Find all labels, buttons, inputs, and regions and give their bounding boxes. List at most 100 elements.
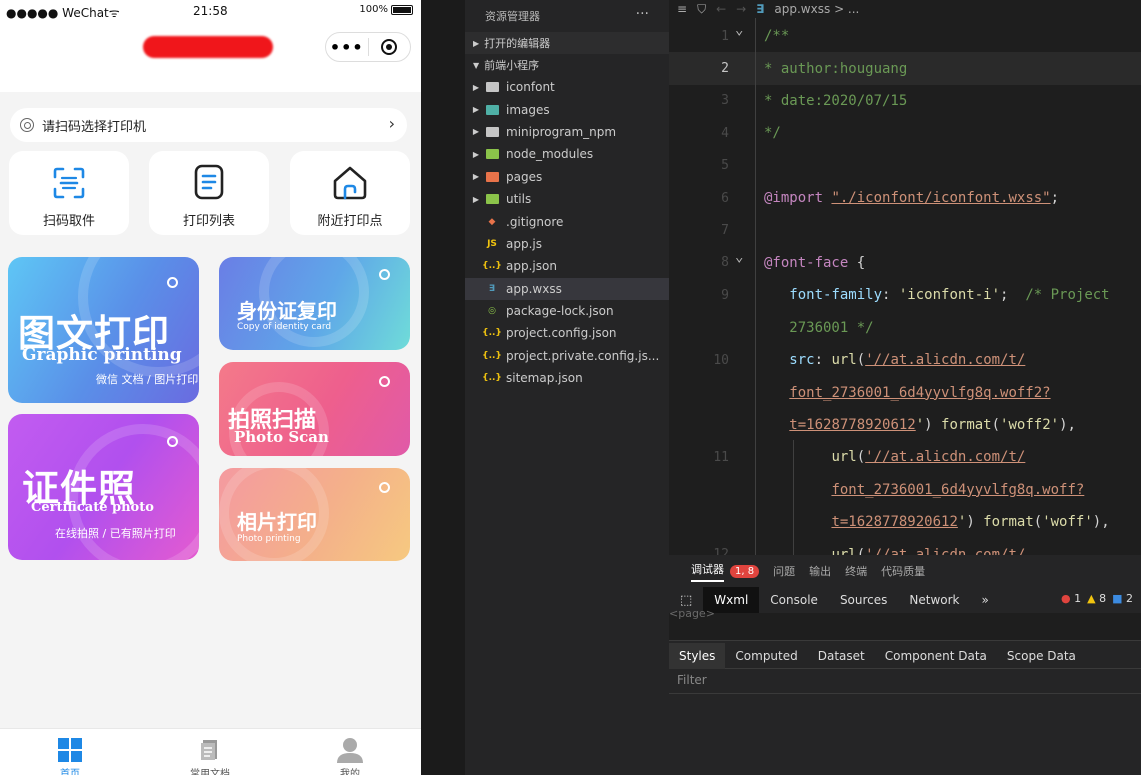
warning-icon: ▲ bbox=[1087, 592, 1096, 605]
code-line[interactable]: font_2736001_6d4yyvlfg8q.woff2? bbox=[669, 376, 1141, 408]
tree-file[interactable]: {..} sitemap.json bbox=[465, 367, 669, 389]
file-tree: ▶ iconfont ▶ images ▶ miniprogram_npm ▶ node_mo… bbox=[465, 76, 669, 389]
code-line[interactable]: font_2736001_6d4yyvlfg8q.woff? bbox=[669, 474, 1141, 506]
tree-folder[interactable]: ▶ iconfont bbox=[465, 76, 669, 98]
tab-terminal[interactable]: 终端 bbox=[845, 563, 867, 579]
wxml-tree[interactable]: <page> bbox=[669, 607, 1141, 641]
location-icon bbox=[20, 118, 34, 132]
file-icon: ∃ bbox=[488, 283, 496, 294]
issue-counts[interactable]: ● 1 ▲ 8 ■ 2 bbox=[1061, 592, 1133, 605]
forward-arrow-icon[interactable]: → bbox=[736, 2, 746, 16]
code-line[interactable]: t=1628778920612') format('woff'), bbox=[669, 506, 1141, 538]
fold-chevron-icon[interactable]: ⌄ bbox=[735, 22, 743, 38]
tab-sources[interactable]: Sources bbox=[829, 593, 898, 607]
code-line[interactable]: 9 font-family: 'iconfont-i'; /* Project bbox=[669, 279, 1141, 311]
code-token: : bbox=[882, 287, 899, 304]
line-number: 6 bbox=[721, 190, 729, 206]
tab-computed[interactable]: Computed bbox=[725, 649, 807, 663]
explorer-title: 资源管理器 ··· bbox=[485, 6, 649, 23]
tab-console[interactable]: Console bbox=[759, 593, 829, 607]
back-arrow-icon[interactable]: ← bbox=[716, 2, 726, 16]
fold-chevron-icon[interactable]: ⌄ bbox=[735, 249, 743, 265]
card-certificate-photo[interactable]: 证件照 Certificate photo 在线拍照 / 已有照片打印 bbox=[8, 414, 199, 560]
tree-item-label: project.config.json bbox=[506, 326, 617, 341]
tab-profile[interactable]: 我的 bbox=[280, 735, 420, 775]
tree-folder[interactable]: ▶ miniprogram_npm bbox=[465, 121, 669, 143]
inspect-element-icon[interactable]: ⬚ bbox=[669, 593, 703, 608]
card-id-copy[interactable]: 身份证复印 Copy of identity card bbox=[219, 257, 410, 350]
tab-output[interactable]: 输出 bbox=[809, 563, 831, 579]
code-token: src bbox=[789, 352, 815, 369]
card-graphic-printing[interactable]: 图文打印 Graphic printing 微信 文档 / 图片打印 bbox=[8, 257, 199, 403]
tab-styles[interactable]: Styles bbox=[669, 642, 726, 669]
code-line[interactable]: 1 ⌄ /** bbox=[669, 20, 1141, 52]
target-icon bbox=[381, 39, 398, 55]
tree-file[interactable]: ◎ package-lock.json bbox=[465, 300, 669, 322]
feature-scan-pickup[interactable]: 扫码取件 bbox=[9, 151, 129, 235]
line-number: 7 bbox=[721, 223, 729, 239]
tree-file[interactable]: ∃ app.wxss bbox=[465, 277, 669, 300]
code-line[interactable]: 3 * date:2020/07/15 bbox=[669, 85, 1141, 117]
line-number: 2 bbox=[721, 61, 729, 77]
code-editor[interactable]: ≡ ⛉ ← → ∃ app.wxss > ... 1 ⌄ /** 2 * author:… bbox=[669, 0, 1141, 555]
tree-file[interactable]: JS app.js bbox=[465, 233, 669, 255]
feature-nearby-points[interactable]: 附近打印点 bbox=[290, 151, 410, 235]
code-text: url('//at.alicdn.com/t/ bbox=[764, 449, 1025, 465]
tab-debugger[interactable]: 调试器 bbox=[691, 561, 724, 582]
tab-problems[interactable]: 问题 bbox=[773, 563, 795, 579]
code-line[interactable]: 4 */ bbox=[669, 117, 1141, 149]
tab-code-quality[interactable]: 代码质量 bbox=[881, 563, 925, 579]
code-line[interactable]: 7 bbox=[669, 214, 1141, 246]
card-photo-scan[interactable]: 拍照扫描 Photo Scan bbox=[219, 362, 410, 456]
code-line[interactable]: 11 url('//at.alicdn.com/t/ bbox=[669, 441, 1141, 473]
chevron-right-icon: ▶ bbox=[472, 172, 479, 182]
menu-capsule[interactable]: ••• bbox=[325, 32, 411, 62]
filter-input[interactable]: Filter bbox=[677, 673, 707, 687]
code-token: /** bbox=[764, 28, 790, 45]
more-tabs-icon[interactable]: » bbox=[971, 593, 1000, 607]
code-line[interactable]: 6 @import "./iconfont/iconfont.wxss"; bbox=[669, 182, 1141, 214]
more-dots-icon[interactable]: ••• bbox=[326, 38, 368, 57]
project-section[interactable]: ▼ 前端小程序 bbox=[465, 54, 669, 76]
code-token: ; bbox=[1050, 190, 1060, 207]
file-icon: {..} bbox=[482, 261, 502, 272]
tree-folder[interactable]: ▶ images bbox=[465, 98, 669, 120]
code-line[interactable]: 12 url('//at.alicdn.com/t/ bbox=[669, 538, 1141, 555]
feature-print-list[interactable]: 打印列表 bbox=[149, 151, 269, 235]
scan-printer-bar[interactable]: 请扫码选择打印机 › bbox=[10, 108, 407, 142]
close-mini-program-button[interactable] bbox=[368, 39, 410, 55]
bookmark-icon[interactable]: ⛉ bbox=[697, 2, 706, 17]
code-line[interactable]: t=1628778920612') format('woff2'), bbox=[669, 409, 1141, 441]
tree-file[interactable]: {..} project.private.config.js... bbox=[465, 345, 669, 367]
breadcrumb-file[interactable]: app.wxss > ... bbox=[774, 2, 859, 16]
code-line[interactable]: 8 ⌄ @font-face { bbox=[669, 247, 1141, 279]
tab-documents[interactable]: 常用文档 bbox=[140, 735, 280, 775]
folder-icon bbox=[485, 171, 499, 183]
tree-folder[interactable]: ▶ utils bbox=[465, 188, 669, 210]
tree-folder[interactable]: ▶ node_modules bbox=[465, 143, 669, 165]
tree-file[interactable]: {..} app.json bbox=[465, 255, 669, 277]
code-line[interactable]: 5 bbox=[669, 150, 1141, 182]
page-node[interactable]: <page> bbox=[669, 607, 715, 620]
menu-lines-icon[interactable]: ≡ bbox=[677, 2, 687, 16]
tree-file[interactable]: ◆ .gitignore bbox=[465, 210, 669, 232]
tree-folder[interactable]: ▶ pages bbox=[465, 166, 669, 188]
line-number: 11 bbox=[713, 449, 729, 465]
open-editors-section[interactable]: ▶ 打开的编辑器 bbox=[465, 32, 669, 54]
card-photo-printing[interactable]: 相片打印 Photo printing bbox=[219, 468, 410, 561]
code-line[interactable]: 10 src: url('//at.alicdn.com/t/ bbox=[669, 344, 1141, 376]
tree-file[interactable]: {..} project.config.json bbox=[465, 322, 669, 344]
tab-scope-data[interactable]: Scope Data bbox=[997, 649, 1086, 663]
code-line[interactable]: 2 * author:houguang bbox=[669, 52, 1141, 85]
error-count-badge: 1, 8 bbox=[730, 564, 760, 578]
code-line[interactable]: 2736001 */ bbox=[669, 312, 1141, 344]
tab-home[interactable]: 首页 bbox=[0, 735, 140, 775]
tree-item-label: miniprogram_npm bbox=[506, 124, 617, 139]
tab-component-data[interactable]: Component Data bbox=[875, 649, 997, 663]
more-icon[interactable]: ··· bbox=[636, 6, 649, 22]
tab-dataset[interactable]: Dataset bbox=[808, 649, 875, 663]
tab-network[interactable]: Network bbox=[898, 593, 970, 607]
